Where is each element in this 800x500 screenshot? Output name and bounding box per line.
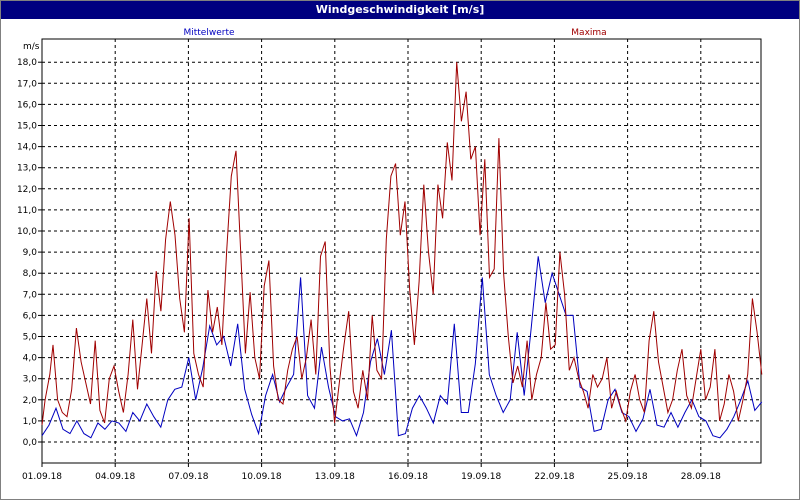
y-axis-unit-label: m/s [23,42,40,52]
x-tick-label: 25.09.18 [608,472,648,482]
y-tick-label: 11,0 [17,206,37,216]
y-tick-label: 17,0 [17,79,37,89]
grid [42,39,761,463]
x-tick-label: 16.09.18 [388,472,428,482]
x-tick-label: 07.09.18 [168,472,208,482]
x-tick-label: 13.09.18 [315,472,355,482]
y-tick-label: 0,0 [23,438,38,448]
y-tick-label: 14,0 [17,143,37,153]
y-axis-ticks: 0,0 1,0 2,0 3,0 4,0 5,0 6,0 7,0 8,0 9,0 10,0 11,0 12… [17,58,42,448]
x-axis-ticks: 01.09.18 04.09.18 07.09.18 10.09.18 13.09.18… [22,463,721,482]
chart-canvas: m/s Mittelwerte Maxima 0,0 1,0 2,0 3,0 4,0 5,… [17,28,763,482]
y-tick-label: 18,0 [17,58,37,68]
x-tick-label: 10.09.18 [242,472,282,482]
y-tick-label: 3,0 [23,375,38,385]
x-tick-label: 28.09.18 [681,472,721,482]
y-tick-label: 1,0 [23,417,38,427]
y-tick-label: 15,0 [17,122,37,132]
y-tick-label: 7,0 [23,290,38,300]
chart-window: Windgeschwindigkeit [m/s] m/s Mittelwert… [0,0,800,500]
y-tick-label: 12,0 [17,185,37,195]
x-tick-label: 19.09.18 [461,472,501,482]
series-lines [41,62,763,439]
series-line-mittelwerte [41,256,763,439]
y-tick-label: 8,0 [23,269,38,279]
y-tick-label: 16,0 [17,100,37,110]
x-tick-label: 04.09.18 [95,472,135,482]
y-tick-label: 2,0 [23,396,38,406]
x-tick-label: 01.09.18 [22,472,62,482]
legend-maxima: Maxima [571,28,606,38]
y-tick-label: 9,0 [23,248,38,258]
y-tick-label: 5,0 [23,333,38,343]
y-tick-label: 6,0 [23,311,38,321]
y-tick-label: 10,0 [17,227,37,237]
series-line-maxima [41,62,763,426]
y-tick-label: 4,0 [23,354,38,364]
plot-frame [41,38,762,464]
legend-mittelwerte: Mittelwerte [183,28,234,38]
x-tick-label: 22.09.18 [534,472,574,482]
y-tick-label: 13,0 [17,164,37,174]
